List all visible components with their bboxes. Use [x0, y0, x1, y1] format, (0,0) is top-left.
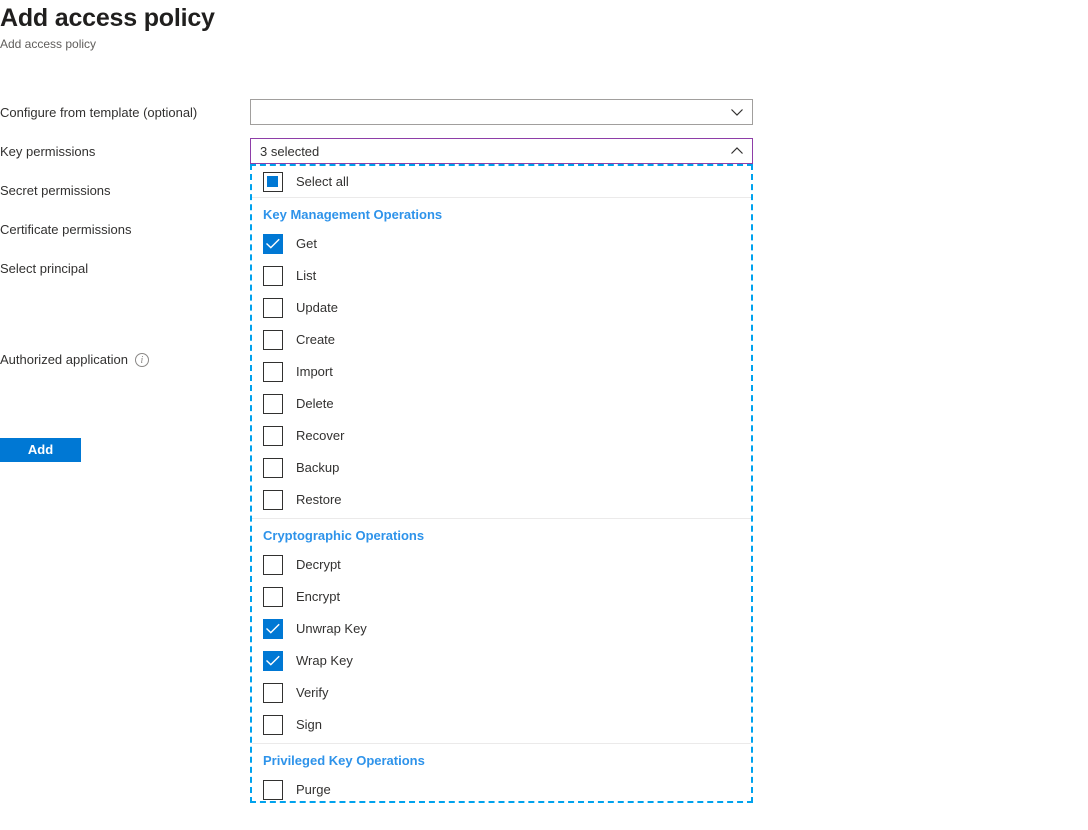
- option-sign[interactable]: Sign: [252, 709, 751, 741]
- key-permissions-value: 3 selected: [260, 144, 730, 159]
- authorized-application-text: Authorized application: [0, 351, 128, 369]
- select-all-checkbox[interactable]: [263, 172, 283, 192]
- decrypt-checkbox[interactable]: [263, 555, 283, 575]
- backup-checkbox[interactable]: [263, 458, 283, 478]
- info-icon[interactable]: i: [135, 353, 149, 367]
- configure-from-template-dropdown[interactable]: [250, 99, 753, 125]
- recover-checkbox[interactable]: [263, 426, 283, 446]
- label-certificate-permissions: Certificate permissions: [0, 221, 132, 239]
- option-backup[interactable]: Backup: [252, 452, 751, 484]
- option-label: Create: [296, 331, 335, 349]
- add-button[interactable]: Add: [0, 438, 81, 462]
- label-secret-permissions: Secret permissions: [0, 182, 111, 200]
- option-label: Encrypt: [296, 588, 340, 606]
- option-label: Verify: [296, 684, 329, 702]
- group-header-privileged-key-operations: Privileged Key Operations: [252, 744, 751, 774]
- option-list[interactable]: List: [252, 260, 751, 292]
- list-checkbox[interactable]: [263, 266, 283, 286]
- restore-checkbox[interactable]: [263, 490, 283, 510]
- update-checkbox[interactable]: [263, 298, 283, 318]
- page-header: Add access policy Add access policy: [0, 0, 215, 52]
- option-label: Get: [296, 235, 317, 253]
- option-label: Unwrap Key: [296, 620, 367, 638]
- select-all-label: Select all: [296, 173, 349, 191]
- delete-checkbox[interactable]: [263, 394, 283, 414]
- purge-checkbox[interactable]: [263, 780, 283, 800]
- label-configure-from-template: Configure from template (optional): [0, 104, 197, 122]
- option-label: Decrypt: [296, 556, 341, 574]
- option-label: Restore: [296, 491, 342, 509]
- option-label: Sign: [296, 716, 322, 734]
- option-label: List: [296, 267, 316, 285]
- option-verify[interactable]: Verify: [252, 677, 751, 709]
- get-checkbox[interactable]: [263, 234, 283, 254]
- page-title: Add access policy: [0, 3, 215, 33]
- option-wrap-key[interactable]: Wrap Key: [252, 645, 751, 677]
- encrypt-checkbox[interactable]: [263, 587, 283, 607]
- label-select-principal: Select principal: [0, 260, 88, 278]
- group-header-key-management-operations: Key Management Operations: [252, 198, 751, 228]
- page-subtitle: Add access policy: [0, 36, 215, 52]
- option-delete[interactable]: Delete: [252, 388, 751, 420]
- import-checkbox[interactable]: [263, 362, 283, 382]
- option-label: Purge: [296, 781, 331, 799]
- label-key-permissions: Key permissions: [0, 143, 95, 161]
- option-create[interactable]: Create: [252, 324, 751, 356]
- group-header-cryptographic-operations: Cryptographic Operations: [252, 519, 751, 549]
- chevron-up-icon: [730, 144, 744, 158]
- option-update[interactable]: Update: [252, 292, 751, 324]
- option-recover[interactable]: Recover: [252, 420, 751, 452]
- create-checkbox[interactable]: [263, 330, 283, 350]
- label-authorized-application: Authorized application i: [0, 351, 149, 369]
- option-label: Recover: [296, 427, 344, 445]
- option-unwrap-key[interactable]: Unwrap Key: [252, 613, 751, 645]
- sign-checkbox[interactable]: [263, 715, 283, 735]
- option-purge[interactable]: Purge: [252, 774, 751, 803]
- option-label: Import: [296, 363, 333, 381]
- option-label: Update: [296, 299, 338, 317]
- option-encrypt[interactable]: Encrypt: [252, 581, 751, 613]
- option-label: Backup: [296, 459, 339, 477]
- option-decrypt[interactable]: Decrypt: [252, 549, 751, 581]
- option-select-all[interactable]: Select all: [252, 169, 751, 195]
- verify-checkbox[interactable]: [263, 683, 283, 703]
- chevron-down-icon: [730, 105, 744, 119]
- option-label: Wrap Key: [296, 652, 353, 670]
- option-label: Delete: [296, 395, 334, 413]
- key-permissions-options-panel: Select all Key Management Operations Get…: [250, 164, 753, 803]
- option-restore[interactable]: Restore: [252, 484, 751, 516]
- key-permissions-dropdown[interactable]: 3 selected: [250, 138, 753, 164]
- option-import[interactable]: Import: [252, 356, 751, 388]
- wrap-key-checkbox[interactable]: [263, 651, 283, 671]
- unwrap-key-checkbox[interactable]: [263, 619, 283, 639]
- option-get[interactable]: Get: [252, 228, 751, 260]
